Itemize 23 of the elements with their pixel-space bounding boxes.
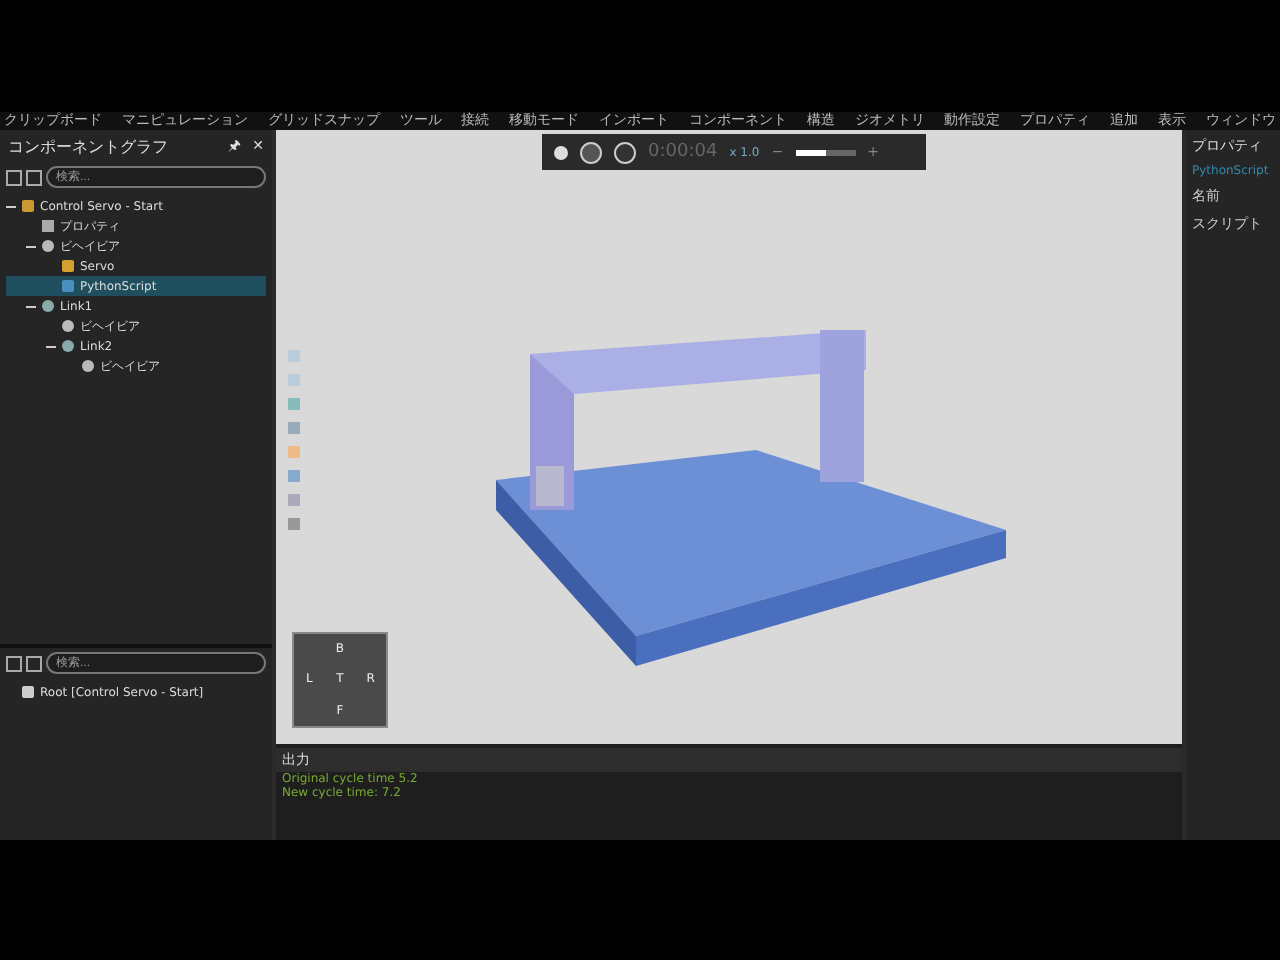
minus-icon[interactable] (26, 301, 36, 311)
behavior-icon (62, 320, 74, 332)
collapse-button[interactable] (6, 169, 22, 185)
play-button[interactable] (614, 141, 636, 163)
minus-icon[interactable] (26, 241, 36, 251)
panel-title: コンポーネントグラフ (8, 135, 170, 157)
speed-slider[interactable] (795, 149, 856, 155)
minus-icon[interactable] (6, 201, 16, 211)
collapse-button[interactable] (6, 655, 22, 671)
minus-icon[interactable] (46, 341, 56, 351)
rewind-button[interactable] (580, 141, 602, 163)
script-icon (62, 280, 74, 292)
expand-button[interactable] (26, 169, 42, 185)
time-display: 0:00:04 (648, 142, 718, 162)
component-icon (22, 200, 34, 212)
link-icon (42, 300, 54, 312)
expand-button[interactable] (26, 655, 42, 671)
behavior-icon (82, 360, 94, 372)
link-icon (62, 340, 74, 352)
properties-icon (42, 220, 54, 232)
behavior-icon (42, 240, 54, 252)
servo-icon (62, 260, 74, 272)
root-icon (22, 686, 34, 698)
